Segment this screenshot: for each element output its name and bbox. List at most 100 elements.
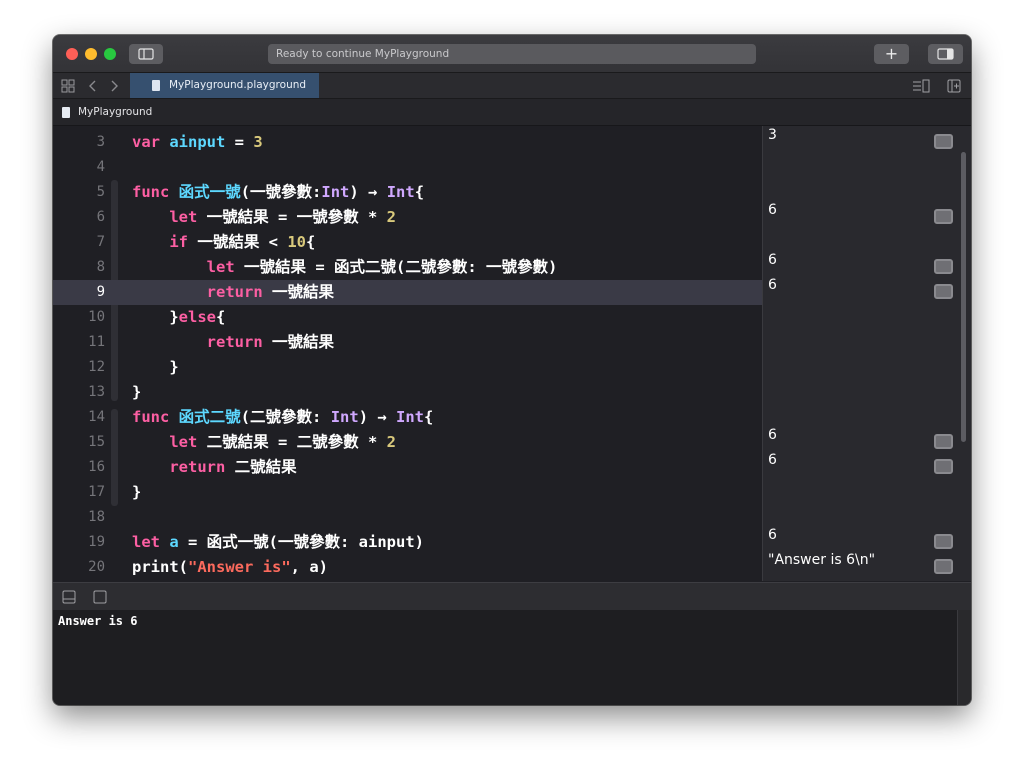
sidebar-toggle-button[interactable] (129, 44, 163, 64)
source-editor[interactable]: 3 var ainput = 3 4 5 func 函式一號(一號參數:Int) → I… (53, 126, 762, 581)
code-text[interactable]: return 一號結果 (132, 330, 334, 355)
code-text[interactable]: let a = 函式一號(一號參數: ainput) (132, 530, 424, 555)
code-token: ) → (358, 408, 397, 426)
add-button[interactable]: + (874, 44, 909, 64)
line-number[interactable]: 7 (53, 230, 105, 255)
code-line[interactable]: 9 return 一號結果 (53, 280, 762, 305)
sidebar-toggle-icon (138, 48, 154, 60)
code-line[interactable]: 18 (53, 505, 762, 530)
code-line[interactable]: 7 if 一號結果 < 10{ (53, 230, 762, 255)
quick-look-icon[interactable] (934, 559, 953, 574)
code-text[interactable]: if 一號結果 < 10{ (132, 230, 315, 255)
hide-debug-icon[interactable] (62, 590, 76, 604)
code-text[interactable]: } (132, 480, 141, 505)
code-text[interactable]: print("Answer is", a) (132, 555, 328, 580)
debug-area-icon[interactable] (93, 590, 107, 604)
code-text[interactable]: return 一號結果 (132, 280, 334, 305)
breadcrumb[interactable]: MyPlayground (78, 99, 152, 125)
line-number[interactable]: 15 (53, 430, 105, 455)
minimize-light[interactable] (85, 48, 97, 60)
line-number[interactable]: 14 (53, 405, 105, 430)
code-line[interactable]: 13} (53, 380, 762, 405)
tab-myplayground[interactable]: MyPlayground.playground (130, 73, 319, 98)
result-value[interactable]: 3 (768, 127, 777, 143)
results-scrollbar[interactable] (961, 152, 966, 442)
forward-arrow-icon[interactable] (109, 79, 119, 93)
code-token: } (132, 308, 179, 326)
code-token: "Answer is" (188, 558, 291, 576)
quick-look-icon[interactable] (934, 534, 953, 549)
quick-look-icon[interactable] (934, 434, 953, 449)
line-number[interactable]: 10 (53, 305, 105, 330)
line-number[interactable]: 11 (53, 330, 105, 355)
console-area[interactable]: Answer is 6 (53, 610, 957, 705)
line-number[interactable]: 8 (53, 255, 105, 280)
debug-bar (53, 582, 971, 611)
code-text[interactable]: } (132, 355, 178, 380)
grid-icon[interactable] (61, 79, 75, 93)
code-line[interactable]: 10 }else{ (53, 305, 762, 330)
code-token: 函式二號 (178, 408, 241, 426)
code-text[interactable]: let 二號結果 = 二號參數 * 2 (132, 430, 396, 455)
line-number[interactable]: 12 (53, 355, 105, 380)
code-text[interactable]: func 函式一號(一號參數:Int) → Int{ (132, 180, 424, 205)
code-line[interactable]: 15 let 二號結果 = 二號參數 * 2 (53, 430, 762, 455)
code-line[interactable]: 6 let 一號結果 = 一號參數 * 2 (53, 205, 762, 230)
close-light[interactable] (66, 48, 78, 60)
line-number[interactable]: 20 (53, 555, 105, 580)
result-value[interactable]: 6 (768, 527, 777, 543)
add-editor-icon[interactable] (947, 79, 961, 93)
code-line[interactable]: 12 } (53, 355, 762, 380)
quick-look-icon[interactable] (934, 259, 953, 274)
line-number[interactable]: 17 (53, 480, 105, 505)
code-line[interactable]: 17} (53, 480, 762, 505)
code-text[interactable]: }else{ (132, 305, 225, 330)
result-value[interactable]: "Answer is 6\n" (768, 552, 875, 568)
code-text[interactable]: var ainput = 3 (132, 130, 263, 155)
console-scrollbar[interactable] (957, 610, 971, 705)
code-line[interactable]: 20 print("Answer is", a) (53, 555, 762, 580)
code-line[interactable]: 5 func 函式一號(一號參數:Int) → Int{ (53, 180, 762, 205)
quick-look-icon[interactable] (934, 284, 953, 299)
code-line[interactable]: 16 return 二號結果 (53, 455, 762, 480)
line-number[interactable]: 13 (53, 380, 105, 405)
code-token: return (206, 333, 263, 351)
code-text[interactable]: let 一號結果 = 函式二號(二號參數: 一號參數) (132, 255, 558, 280)
inspector-toggle-button[interactable] (928, 44, 963, 64)
code-token: if (169, 233, 188, 251)
back-arrow-icon[interactable] (88, 79, 98, 93)
line-number[interactable]: 19 (53, 530, 105, 555)
line-number[interactable]: 3 (53, 130, 105, 155)
line-number[interactable]: 6 (53, 205, 105, 230)
line-number[interactable]: 9 (53, 280, 105, 305)
result-value[interactable]: 6 (768, 452, 777, 468)
zoom-light[interactable] (104, 48, 116, 60)
line-number[interactable]: 4 (53, 155, 105, 180)
result-value[interactable]: 6 (768, 252, 777, 268)
code-text[interactable]: let 一號結果 = 一號參數 * 2 (132, 205, 396, 230)
result-value[interactable]: 6 (768, 427, 777, 443)
result-value[interactable]: 6 (768, 277, 777, 293)
line-number[interactable]: 18 (53, 505, 105, 530)
line-number[interactable]: 5 (53, 180, 105, 205)
code-text[interactable]: } (132, 380, 141, 405)
quick-look-icon[interactable] (934, 134, 953, 149)
code-text[interactable]: return 二號結果 (132, 455, 296, 480)
code-token: { (414, 183, 425, 201)
code-token: 一號結果 (262, 333, 334, 351)
code-text[interactable]: func 函式二號(二號參數: Int) → Int{ (132, 405, 433, 430)
result-value[interactable]: 6 (768, 202, 777, 218)
quick-look-icon[interactable] (934, 459, 953, 474)
editor-options-icon[interactable] (912, 79, 930, 93)
code-line[interactable]: 4 (53, 155, 762, 180)
code-token: var (132, 133, 160, 151)
code-token: return (169, 458, 226, 476)
quick-look-icon[interactable] (934, 209, 953, 224)
code-line[interactable]: 3 var ainput = 3 (53, 130, 762, 155)
code-line[interactable]: 19 let a = 函式一號(一號參數: ainput) (53, 530, 762, 555)
code-line[interactable]: 14 func 函式二號(二號參數: Int) → Int{ (53, 405, 762, 430)
code-line[interactable]: 11 return 一號結果 (53, 330, 762, 355)
code-line[interactable]: 8 let 一號結果 = 函式二號(二號參數: 一號參數) (53, 255, 762, 280)
line-number[interactable]: 16 (53, 455, 105, 480)
